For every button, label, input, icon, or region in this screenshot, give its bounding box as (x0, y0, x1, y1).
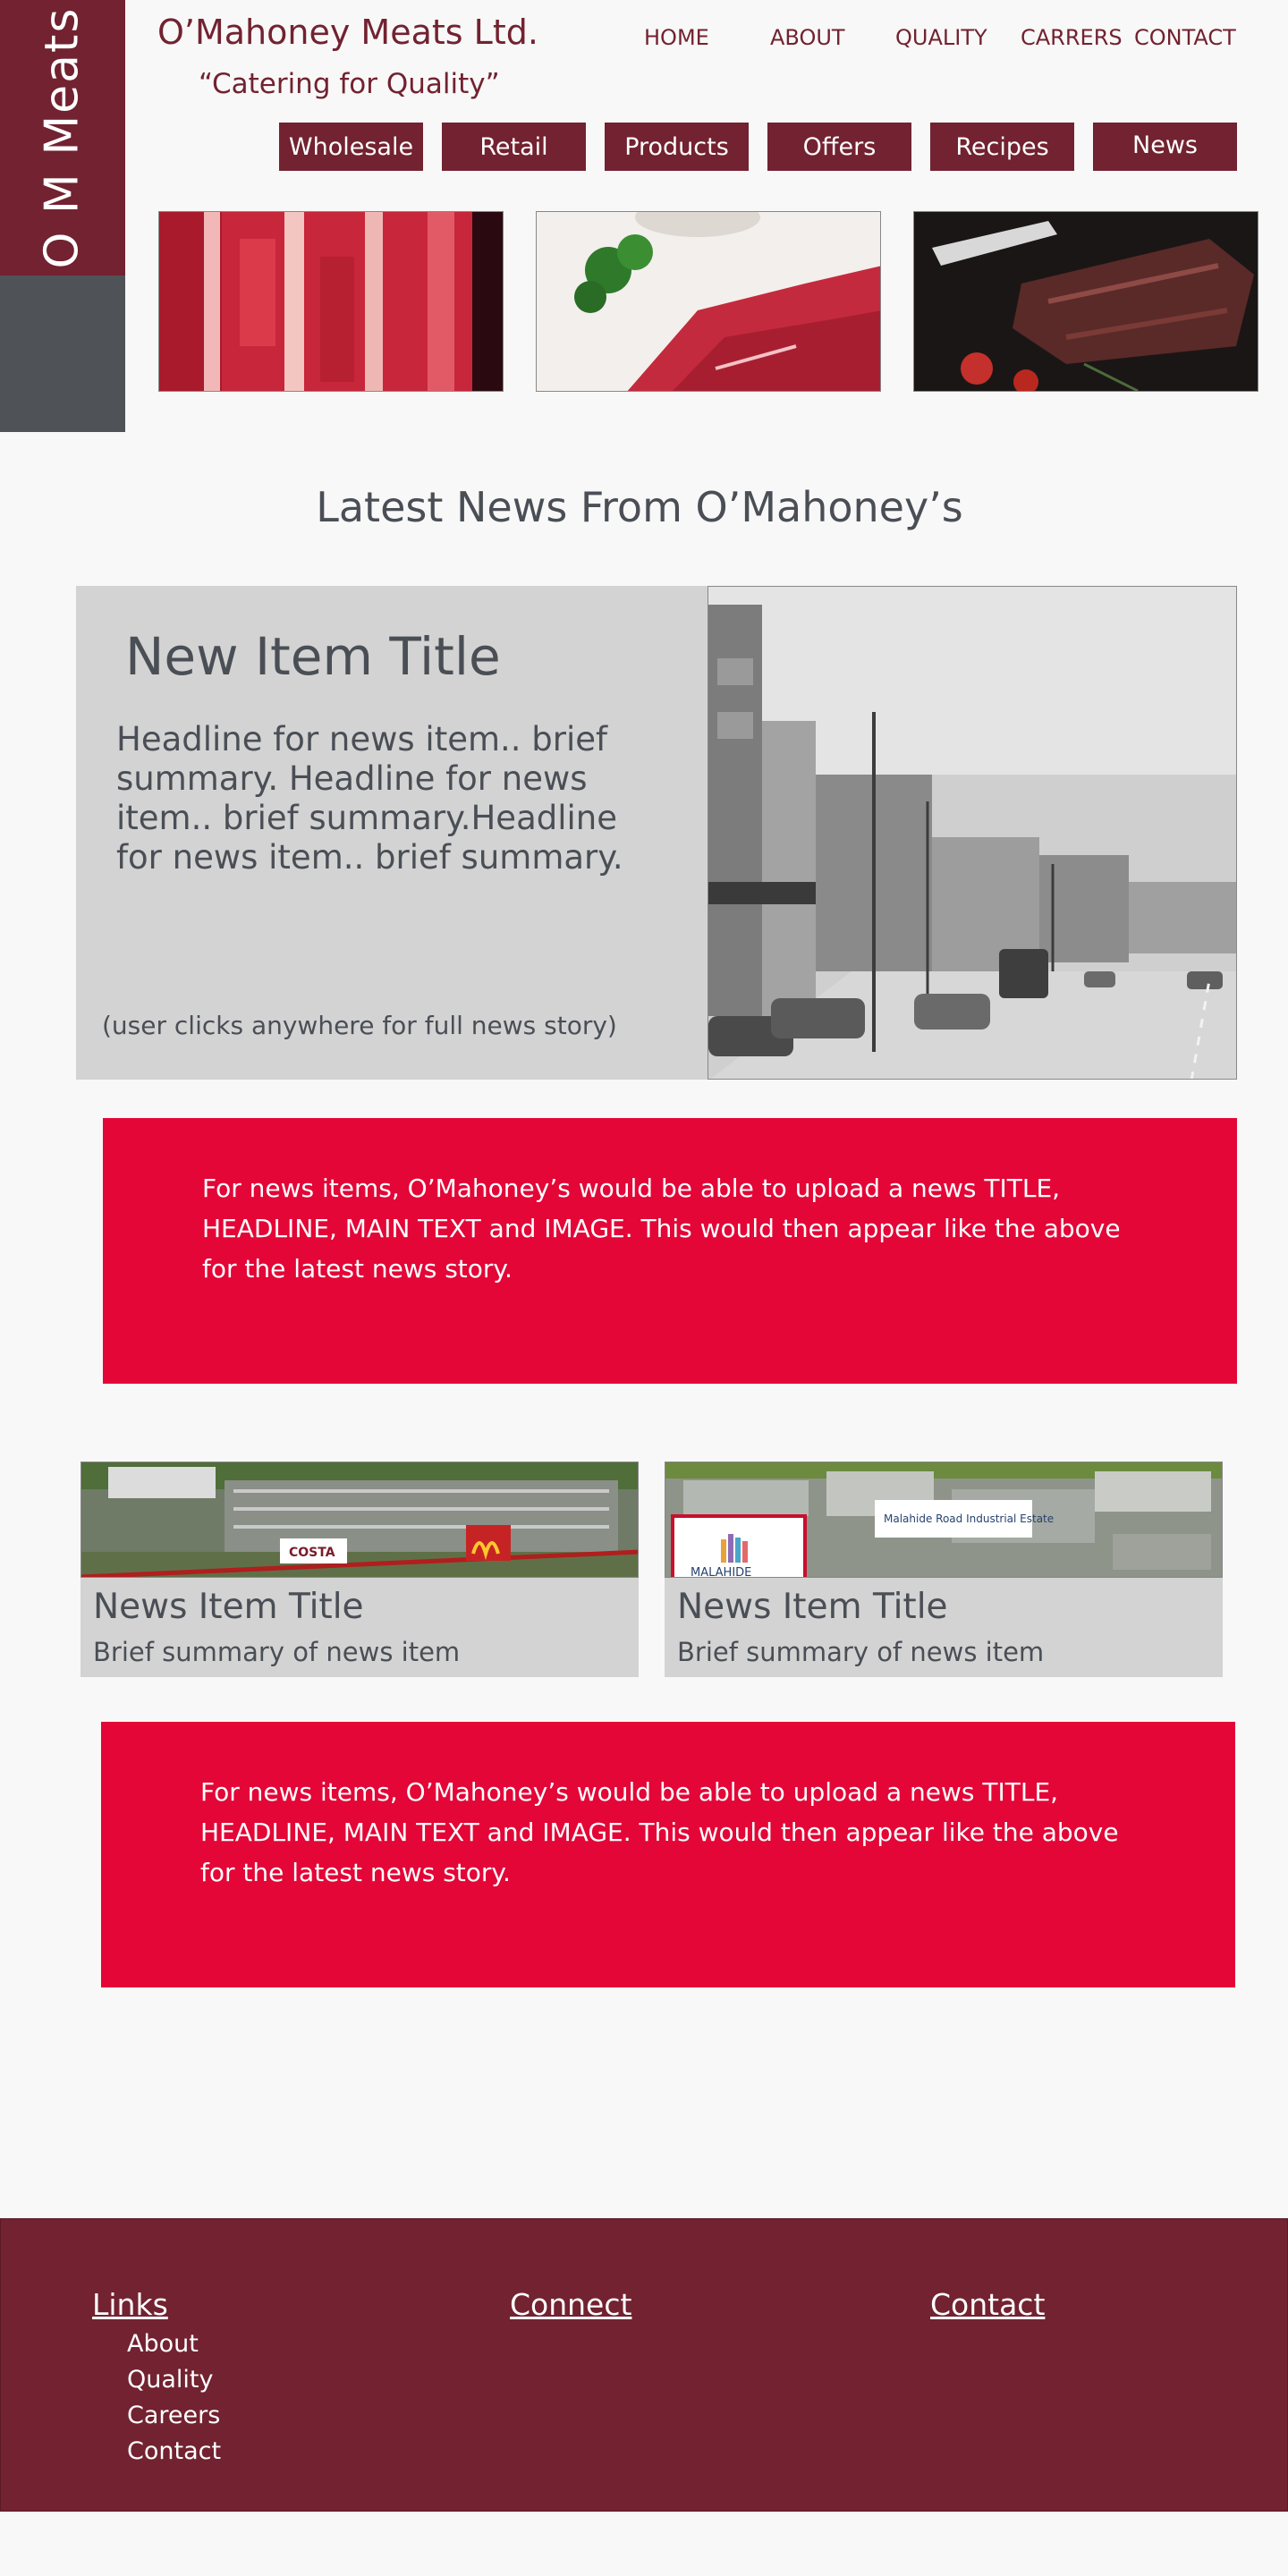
featured-news-hint: (user clicks anywhere for full news stor… (102, 1011, 617, 1040)
news-card-1[interactable]: COSTA News Item Title Brief summary of n… (80, 1462, 639, 1677)
news-card-2-image: Malahide Road Industrial Estate MALAHIDE (665, 1462, 1223, 1578)
info-box-1-text: For news items, O’Mahoney’s would be abl… (202, 1174, 1121, 1284)
news-card-2[interactable]: Malahide Road Industrial Estate MALAHIDE… (665, 1462, 1223, 1677)
footer-link-careers[interactable]: Careers (127, 2402, 220, 2429)
subnav-recipes[interactable]: Recipes (930, 123, 1074, 171)
news-card-1-image: COSTA (80, 1462, 639, 1578)
nav-about[interactable]: ABOUT (770, 25, 845, 50)
nav-contact[interactable]: CONTACT (1134, 25, 1236, 50)
brand-vertical-text: O M Meats (36, 6, 89, 269)
news-card-2-logo-text: MALAHIDE (691, 1566, 751, 1578)
section-title: Latest News From O’Mahoney’s (316, 483, 963, 531)
subnav-retail[interactable]: Retail (442, 123, 586, 171)
footer-link-contact[interactable]: Contact (127, 2437, 221, 2465)
hero-image-grilled-ribs (913, 211, 1258, 392)
info-box-2: For news items, O’Mahoney’s would be abl… (101, 1722, 1235, 1987)
news-card-1-summary: Brief summary of news item (93, 1637, 461, 1667)
news-card-2-summary: Brief summary of news item (677, 1637, 1045, 1667)
featured-news-image[interactable] (708, 586, 1237, 1080)
footer-link-quality[interactable]: Quality (127, 2366, 213, 2394)
nav-careers[interactable]: CARRERS (1021, 25, 1123, 50)
featured-news-headline: Headline for news item.. brief summary. … (116, 720, 623, 877)
subnav-news[interactable]: News (1093, 123, 1237, 171)
featured-news-title: New Item Title (125, 626, 501, 687)
info-box-2-text: For news items, O’Mahoney’s would be abl… (200, 1777, 1119, 1887)
footer-links-heading[interactable]: Links (92, 2287, 168, 2322)
brand-bar-grey (0, 275, 125, 432)
news-card-1-title: News Item Title (93, 1587, 364, 1627)
hero-image-raw-ribs (158, 211, 504, 392)
info-box-1: For news items, O’Mahoney’s would be abl… (103, 1118, 1237, 1384)
footer-contact-heading[interactable]: Contact (930, 2287, 1045, 2322)
tagline: “Catering for Quality” (199, 68, 500, 100)
hero-image-steak (536, 211, 881, 392)
footer-link-about[interactable]: About (127, 2330, 199, 2358)
nav-quality[interactable]: QUALITY (895, 25, 987, 50)
news-card-2-title: News Item Title (677, 1587, 948, 1627)
footer-connect-heading[interactable]: Connect (510, 2287, 631, 2322)
subnav-products[interactable]: Products (605, 123, 749, 171)
footer (0, 2218, 1288, 2512)
nav-home[interactable]: HOME (644, 25, 709, 50)
subnav-wholesale[interactable]: Wholesale (279, 123, 423, 171)
news-card-2-sign-text: Malahide Road Industrial Estate (884, 1513, 1054, 1525)
brand-vertical-logo[interactable]: O M Meats (0, 0, 125, 275)
subnav-offers[interactable]: Offers (767, 123, 911, 171)
svg-text:COSTA: COSTA (289, 1546, 335, 1560)
company-name[interactable]: O’Mahoney Meats Ltd. (157, 13, 538, 52)
